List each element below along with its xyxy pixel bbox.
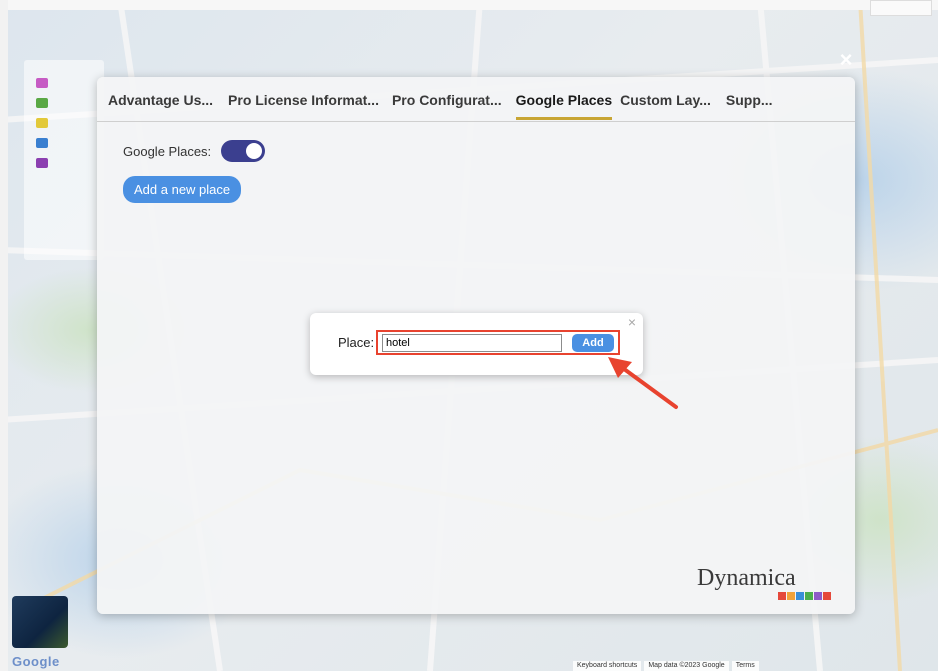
map-data-text: Map data ©2023 Google [644,661,729,671]
tab-pro-license-information[interactable]: Pro License Informat... [228,77,379,121]
tab-google-places[interactable]: Google Places [515,77,613,121]
browser-top-strip [0,0,938,10]
legend-swatch [36,158,48,168]
tab-support[interactable]: Supp... [726,77,773,121]
legend-swatch [36,138,48,148]
google-places-setting: Google Places: [123,140,266,162]
terms-link[interactable]: Terms [731,661,759,671]
dynamica-logo: Dynamica [697,565,796,591]
map-legend [24,60,104,260]
browser-left-strip [0,0,8,671]
map-attribution: Keyboard shortcuts Map data ©2023 Google… [573,661,759,671]
toggle-knob [246,143,263,159]
map-type-thumbnail[interactable] [12,596,68,648]
legend-swatch [36,98,48,108]
map-top-control[interactable] [870,0,932,16]
place-label: Place: [338,335,375,350]
dynamica-logo-bar [778,592,831,600]
add-place-dialog: × Place: Add [310,313,643,375]
keyboard-shortcuts-link[interactable]: Keyboard shortcuts [573,661,642,671]
tab-custom-layers[interactable]: Custom Lay... [620,77,711,121]
legend-swatch [36,78,48,88]
legend-swatch [36,118,48,128]
dialog-close-icon[interactable]: × [628,315,636,329]
tab-bar: Advantage Us... Pro License Informat... … [97,77,855,122]
tab-pro-configuration[interactable]: Pro Configurat... [392,77,502,121]
google-logo: Google [12,654,60,669]
place-input[interactable] [382,334,562,352]
close-icon[interactable]: × [836,49,856,71]
google-places-label: Google Places: [123,143,212,159]
google-places-toggle[interactable] [221,140,266,162]
add-new-place-button[interactable]: Add a new place [123,176,242,203]
tab-advantage-usage[interactable]: Advantage Us... [108,77,213,121]
annotation-arrow-icon [608,357,678,409]
add-place-submit-button[interactable]: Add [572,334,614,352]
